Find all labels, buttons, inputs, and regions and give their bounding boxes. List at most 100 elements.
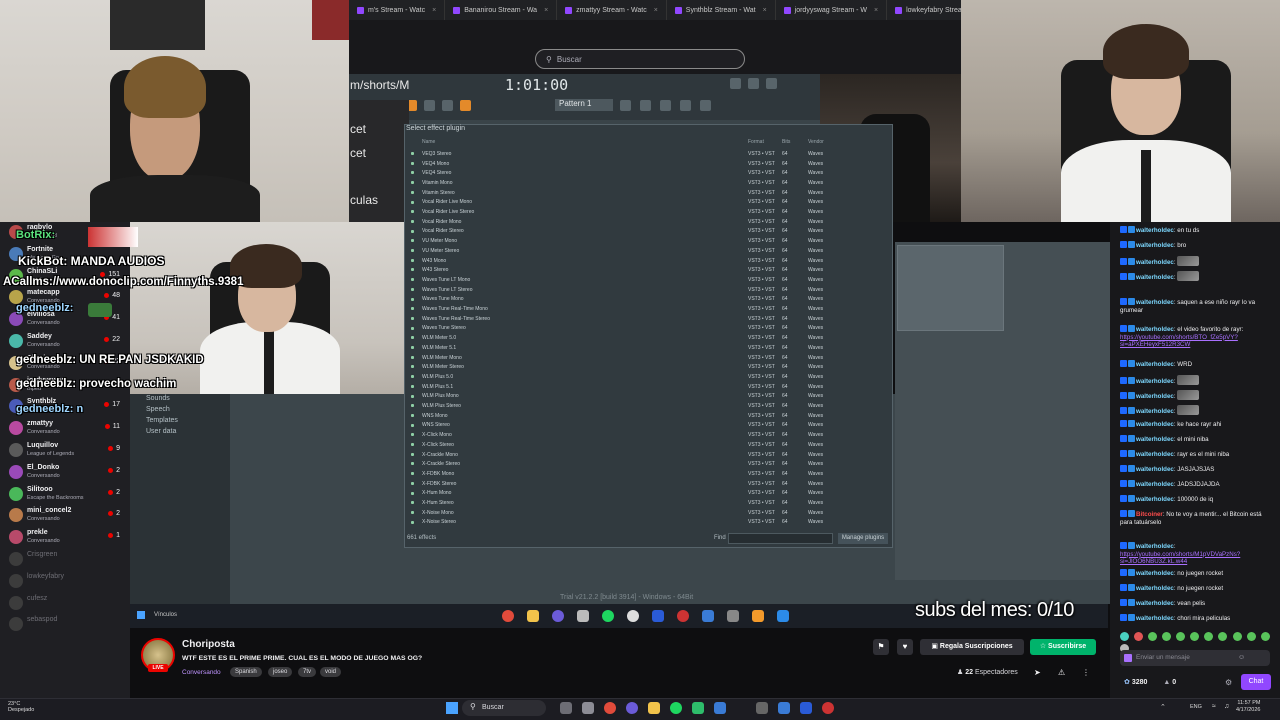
follow-heart-button[interactable]: ♥: [897, 639, 913, 655]
task-view-icon[interactable]: [582, 702, 594, 714]
sidebar-channel[interactable]: Saddey Conversando 22: [0, 331, 126, 353]
sidebar-channel[interactable]: El_Donko Conversando 2: [0, 462, 126, 484]
tool-icon[interactable]: [424, 100, 435, 111]
chat-username[interactable]: walterholdec: [1136, 496, 1174, 503]
stream-category[interactable]: Conversando: [182, 669, 221, 676]
stream-tag[interactable]: 7tv: [298, 667, 317, 677]
tool-icon[interactable]: [748, 78, 759, 89]
chat-username[interactable]: Bitcoiner: [1136, 511, 1163, 518]
tool-icon[interactable]: [640, 100, 651, 111]
streamer-name[interactable]: Choriposta: [182, 639, 235, 650]
plugin-row[interactable]: WNS Stereo VST3 • VST 64 Waves: [407, 421, 823, 431]
stream-tag[interactable]: Spanish: [230, 667, 262, 677]
search-input[interactable]: ⚲ Buscar: [535, 49, 745, 69]
app-icon[interactable]: [692, 702, 704, 714]
plugin-row[interactable]: Vitamin Mono VST3 • VST 64 Waves: [407, 178, 823, 188]
tool-icon[interactable]: [680, 100, 691, 111]
close-icon[interactable]: ×: [432, 7, 436, 14]
plugin-row[interactable]: Waves Tune LT Stereo VST3 • VST 64 Waves: [407, 285, 823, 295]
plugin-row[interactable]: VU Meter Stereo VST3 • VST 64 Waves: [407, 246, 823, 256]
emote-icon[interactable]: [1218, 632, 1228, 641]
sidebar-channel[interactable]: lowkeyfabry: [0, 571, 126, 593]
tool-icon[interactable]: [460, 100, 471, 111]
emote-icon[interactable]: [1204, 632, 1214, 641]
plugin-row[interactable]: Vocal Rider Mono VST3 • VST 64 Waves: [407, 217, 823, 227]
plugin-row[interactable]: Vitamin Stereo VST3 • VST 64 Waves: [407, 188, 823, 198]
emote-icon[interactable]: [1120, 632, 1129, 641]
chat-username[interactable]: walterholdec: [1136, 408, 1174, 415]
chrome-icon[interactable]: [604, 702, 616, 714]
column-bits[interactable]: Bits: [782, 139, 790, 145]
plugin-row[interactable]: X-FDBK Mono VST3 • VST 64 Waves: [407, 469, 823, 479]
plugin-row[interactable]: W43 Stereo VST3 • VST 64 Waves: [407, 265, 823, 275]
sidebar-channel[interactable]: Luquillov League of Legends 9: [0, 440, 126, 462]
column-format[interactable]: Format: [748, 139, 764, 145]
plugin-row[interactable]: Vocal Rider Live Stereo VST3 • VST 64 Waves: [407, 207, 823, 217]
browser-tab[interactable]: zmattyy Stream - Watc ×: [557, 0, 667, 20]
emote-picker-icon[interactable]: ☺: [1238, 654, 1245, 661]
tool-icon[interactable]: [730, 78, 741, 89]
plugin-row[interactable]: WLM Meter 5.0 VST3 • VST 64 Waves: [407, 333, 823, 343]
emote-icon[interactable]: [1162, 632, 1172, 641]
plugin-row[interactable]: WLM Plus Mono VST3 • VST 64 Waves: [407, 392, 823, 402]
chat-username[interactable]: walterholdec: [1136, 466, 1174, 473]
chat-username[interactable]: walterholdec: [1136, 326, 1174, 333]
plugin-row[interactable]: VEQ4 Mono VST3 • VST 64 Waves: [407, 159, 823, 169]
wifi-icon[interactable]: ≈: [1212, 703, 1216, 710]
volume-icon[interactable]: ♫: [1224, 703, 1229, 710]
chat-link[interactable]: https://youtube.com/shorts/M1pVDVaPzNs?s…: [1120, 551, 1240, 566]
plugin-row[interactable]: X-Click Stereo VST3 • VST 64 Waves: [407, 440, 823, 450]
folder-icon[interactable]: [648, 702, 660, 714]
plugin-row[interactable]: VEQ4 Stereo VST3 • VST 64 Waves: [407, 168, 823, 178]
stream-tag[interactable]: joseo: [268, 667, 293, 677]
gift-subs-button[interactable]: ▣ Regala Suscripciones: [920, 639, 1024, 655]
tool-icon[interactable]: [442, 100, 453, 111]
stream-tag[interactable]: void: [320, 667, 342, 677]
plugin-row[interactable]: X-Crackle Stereo VST3 • VST 64 Waves: [407, 459, 823, 469]
chat-username[interactable]: walterholdec: [1136, 600, 1174, 607]
chat-badge-icon[interactable]: [1124, 654, 1132, 662]
plugin-row[interactable]: WNS Mono VST3 • VST 64 Waves: [407, 411, 823, 421]
app-icon[interactable]: [822, 702, 834, 714]
app-icon[interactable]: [756, 702, 768, 714]
chat-username[interactable]: walterholdec: [1136, 615, 1174, 622]
weather-widget[interactable]: 23°C Despejado: [8, 701, 34, 713]
steam-icon[interactable]: [800, 702, 812, 714]
channel-points[interactable]: ✿ 3280 ▲ 0: [1124, 678, 1176, 686]
browser-tab[interactable]: jordyyswag Stream - W ×: [776, 0, 888, 20]
plugin-row[interactable]: WLM Meter Stereo VST3 • VST 64 Waves: [407, 362, 823, 372]
tray-chevron-icon[interactable]: ⌃: [1160, 703, 1166, 711]
chat-username[interactable]: walterholdec: [1136, 570, 1174, 577]
close-icon[interactable]: ×: [763, 7, 767, 14]
close-icon[interactable]: ×: [544, 7, 548, 14]
plugin-row[interactable]: Waves Tune Real-Time Mono VST3 • VST 64 Wav…: [407, 304, 823, 314]
chat-username[interactable]: walterholdec: [1136, 299, 1174, 306]
settings-gear-icon[interactable]: ⚙: [1225, 678, 1232, 687]
browser-tab[interactable]: m's Stream - Watc ×: [349, 0, 446, 20]
plugin-row[interactable]: WLM Plus Stereo VST3 • VST 64 Waves: [407, 401, 823, 411]
clock[interactable]: 11:57 PM 4/17/2026: [1236, 700, 1260, 714]
plugin-row[interactable]: Waves Tune Stereo VST3 • VST 64 Waves: [407, 324, 823, 334]
chat-username[interactable]: walterholdec: [1136, 451, 1174, 458]
report-icon[interactable]: ⚠: [1058, 668, 1065, 677]
chat-username[interactable]: walterholdec: [1136, 259, 1174, 266]
chat-username[interactable]: walterholdec: [1136, 585, 1174, 592]
browser-item[interactable]: Sounds: [146, 395, 170, 402]
browser-item[interactable]: Templates: [146, 417, 178, 424]
share-icon[interactable]: ➤: [1034, 668, 1041, 677]
more-options-icon[interactable]: ⋮: [1082, 668, 1090, 677]
language-indicator[interactable]: ENG: [1190, 704, 1202, 710]
subscribe-button[interactable]: ☆ Suscribirse: [1030, 639, 1096, 655]
chat-username[interactable]: walterholdec: [1136, 543, 1174, 550]
notification-bell-button[interactable]: ⚑: [873, 639, 889, 655]
emote-icon[interactable]: [1232, 632, 1242, 641]
spotify-icon[interactable]: [670, 702, 682, 714]
plugin-row[interactable]: X-FDBK Stereo VST3 • VST 64 Waves: [407, 479, 823, 489]
tool-icon[interactable]: [766, 78, 777, 89]
tool-icon[interactable]: [660, 100, 671, 111]
plugin-row[interactable]: WLM Plus 5.0 VST3 • VST 64 Waves: [407, 372, 823, 382]
chat-link[interactable]: https://youtube.com/shorts/BTO_fZe5pVY?s…: [1120, 334, 1238, 349]
sidebar-channel[interactable]: Crisgreen: [0, 549, 126, 571]
close-icon[interactable]: ×: [654, 7, 658, 14]
plugin-row[interactable]: VEQ3 Stereo VST3 • VST 64 Waves: [407, 149, 823, 159]
